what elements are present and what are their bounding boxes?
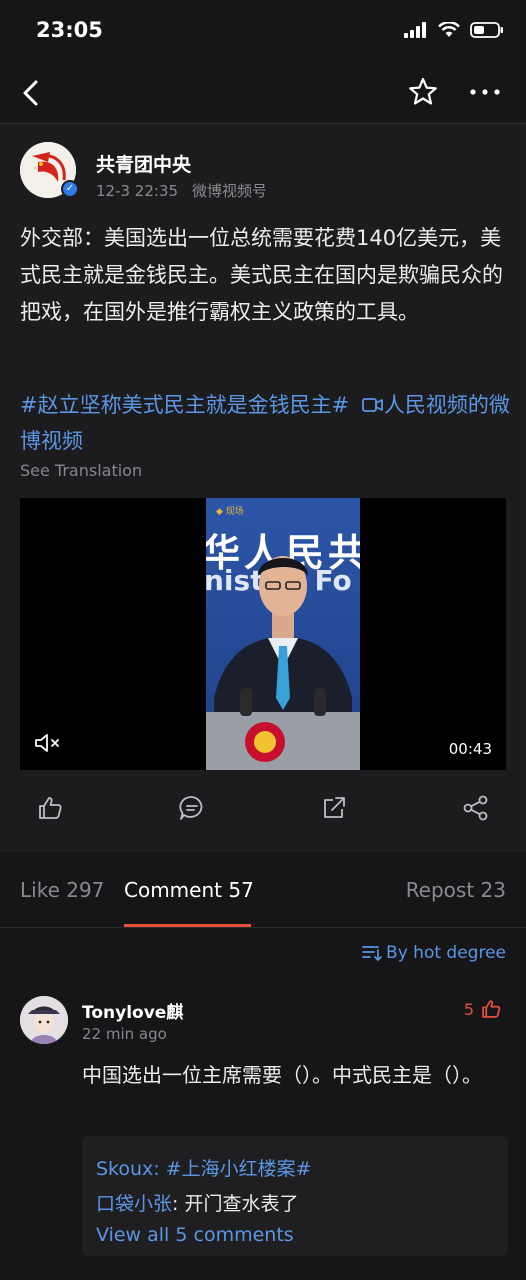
comment-like-icon	[482, 1000, 501, 1018]
sort-label: By hot degree	[386, 943, 506, 963]
favorite-star-icon[interactable]	[408, 76, 438, 108]
post-text: 外交部：美国选出一位总统需要花费140亿美元，美式民主就是金钱民主。美式民主在国…	[20, 226, 503, 324]
video-camera-icon	[361, 398, 383, 412]
post-actions	[0, 788, 526, 828]
tab-comment[interactable]: Comment 57	[124, 878, 254, 902]
speaker-figure-icon	[206, 556, 360, 770]
battery-icon	[470, 22, 503, 38]
hashtag-link[interactable]: #赵立坚称美式民主就是金钱民主#	[20, 393, 349, 417]
comment-like-button[interactable]: 5	[464, 998, 502, 1020]
tabs-divider	[0, 927, 526, 928]
reply-item[interactable]: Skoux: #上海小红楼案#	[96, 1154, 312, 1181]
back-icon[interactable]	[18, 78, 46, 108]
commenter-avatar[interactable]	[20, 996, 68, 1044]
sort-icon	[362, 946, 382, 961]
post-date: 12-3 22:35	[96, 182, 179, 200]
tab-repost[interactable]: Repost 23	[406, 878, 506, 902]
repost-icon[interactable]	[320, 794, 348, 822]
status-time: 23:05	[36, 18, 103, 42]
tab-like[interactable]: Like 297	[20, 878, 104, 902]
active-tab-indicator	[124, 924, 251, 927]
post-source: 微博视频号	[192, 182, 268, 200]
share-icon[interactable]	[462, 794, 490, 822]
video-duration: 00:43	[448, 740, 492, 758]
reply-author[interactable]: Skoux	[96, 1158, 153, 1180]
like-icon[interactable]	[36, 794, 64, 822]
comment-time: 22 min ago	[82, 1025, 167, 1043]
post-meta: 12-3 22:35 微博视频号	[96, 180, 267, 201]
wifi-icon	[438, 22, 460, 37]
comment-icon[interactable]	[178, 794, 206, 822]
sort-selector[interactable]: By hot degree	[362, 943, 506, 963]
cartoon-avatar-icon	[20, 996, 68, 1044]
commenter-name[interactable]: Tonylove麒	[82, 998, 183, 1023]
more-options-icon[interactable]	[469, 84, 501, 100]
mute-icon[interactable]	[34, 732, 62, 754]
reply-item[interactable]: 口袋小张: 开门查水表了	[96, 1189, 298, 1216]
verified-badge-icon: ✓	[61, 180, 79, 198]
post-links: #赵立坚称美式民主就是金钱民主# 人民视频的微博视频	[20, 387, 510, 459]
reply-author[interactable]: 口袋小张	[96, 1193, 172, 1215]
author-name[interactable]: 共青团中央	[96, 150, 191, 177]
signal-icon	[404, 22, 426, 38]
reply-text: 开门查水表了	[184, 1193, 299, 1215]
video-thumbnail: ◆ 现场 华人民共 nist of Fo	[206, 498, 360, 770]
video-player[interactable]: ◆ 现场 华人民共 nist of Fo 00:43	[20, 498, 506, 770]
status-icons	[404, 22, 504, 38]
see-translation-link[interactable]: See Translation	[20, 461, 142, 480]
view-all-comments-link[interactable]: View all 5 comments	[96, 1224, 294, 1246]
comment-like-count: 5	[463, 999, 474, 1019]
comment-text: 中国选出一位主席需要（）。中式民主是（）。	[82, 1063, 482, 1087]
reply-text: #上海小红楼案#	[165, 1158, 312, 1180]
replies-box: Skoux: #上海小红楼案# 口袋小张: 开门查水表了 View all 5 …	[82, 1136, 508, 1256]
